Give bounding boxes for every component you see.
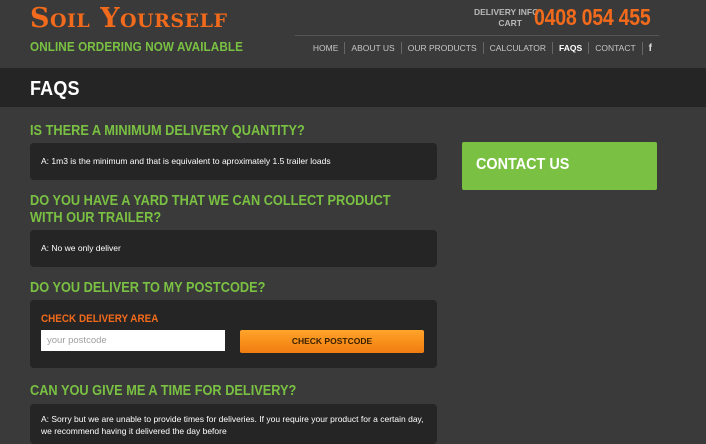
postcode-input[interactable] xyxy=(41,330,225,351)
faq-answer-box: A: 1m3 is the minimum and that is equiva… xyxy=(30,143,437,180)
cart-link[interactable]: CART xyxy=(474,18,522,29)
faq-answer-box: A: Sorry but we are unable to provide ti… xyxy=(30,404,437,444)
faq-answer-box: A: No we only deliver xyxy=(30,230,437,267)
check-delivery-label: CHECK DELIVERY AREA xyxy=(41,313,159,325)
faq-question: IS THERE A MINIMUM DELIVERY QUANTITY? xyxy=(30,123,305,139)
faq-question: CAN YOU GIVE ME A TIME FOR DELIVERY? xyxy=(30,383,297,399)
postcode-check-box: CHECK DELIVERY AREA CHECK POSTCODE xyxy=(30,300,437,368)
facebook-link[interactable]: f xyxy=(641,41,658,55)
nav-calculator[interactable]: CALCULATOR xyxy=(482,42,552,54)
faq-question: DO YOU DELIVER TO MY POSTCODE? xyxy=(30,280,266,296)
nav-contact[interactable]: CONTACT xyxy=(588,42,641,54)
faq-question: DO YOU HAVE A YARD THAT WE CAN COLLECT P… xyxy=(30,193,391,226)
delivery-info-link[interactable]: DELIVERY INFO xyxy=(474,7,539,18)
contact-us-button[interactable]: CONTACT US xyxy=(462,142,657,190)
faq-answer: A: 1m3 is the minimum and that is equiva… xyxy=(41,156,331,166)
faq-answer: A: Sorry but we are unable to provide ti… xyxy=(41,414,424,436)
contact-us-label: CONTACT US xyxy=(476,156,570,173)
header-divider xyxy=(295,35,659,36)
tagline: ONLINE ORDERING NOW AVAILABLE xyxy=(30,39,243,54)
nav-home[interactable]: HOME xyxy=(307,42,345,54)
main-nav: HOME ABOUT US OUR PRODUCTS CALCULATOR FA… xyxy=(307,41,658,55)
site-logo[interactable]: Soil Yourself xyxy=(30,2,227,36)
faq-answer: A: No we only deliver xyxy=(41,243,121,253)
nav-our-products[interactable]: OUR PRODUCTS xyxy=(400,42,483,54)
site-header: Soil Yourself ONLINE ORDERING NOW AVAILA… xyxy=(0,0,706,68)
check-postcode-button[interactable]: CHECK POSTCODE xyxy=(240,330,424,353)
page-title: FAQS xyxy=(30,78,80,100)
nav-faqs[interactable]: FAQS xyxy=(552,42,588,54)
phone-number[interactable]: 0408 054 455 xyxy=(534,4,651,31)
nav-about-us[interactable]: ABOUT US xyxy=(344,42,400,54)
facebook-icon: f xyxy=(648,42,652,54)
page-title-band: FAQS xyxy=(0,68,706,107)
info-links: DELIVERY INFO CART xyxy=(474,7,539,29)
